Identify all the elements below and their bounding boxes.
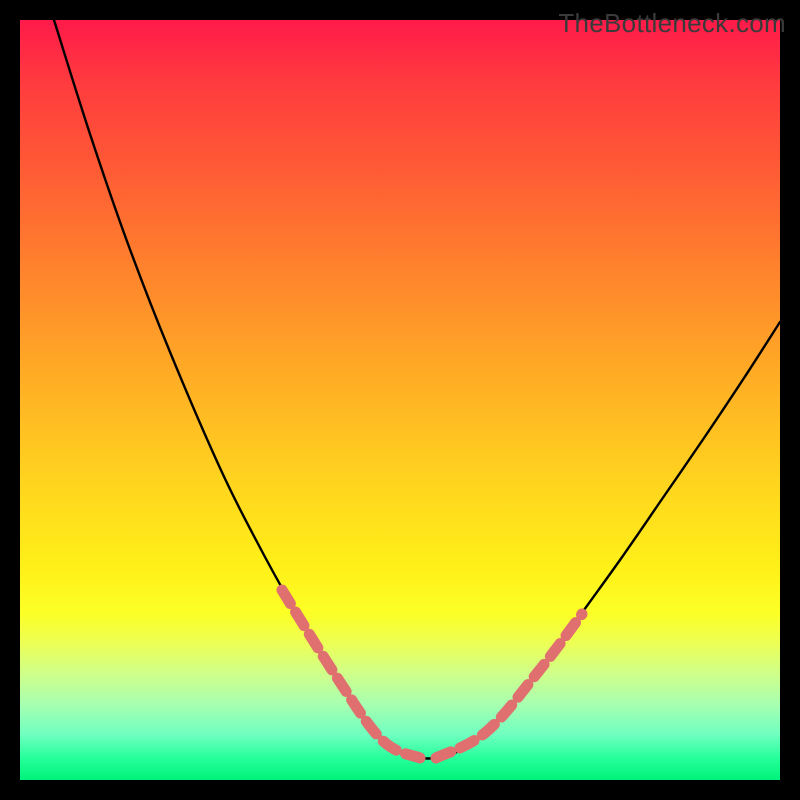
chart-plot-area <box>20 20 780 780</box>
chart-svg <box>20 20 780 780</box>
watermark-text: TheBottleneck.com <box>558 8 786 39</box>
chart-series-highlight <box>436 614 582 758</box>
chart-series-highlight <box>282 590 420 758</box>
chart-series-main <box>54 20 780 759</box>
